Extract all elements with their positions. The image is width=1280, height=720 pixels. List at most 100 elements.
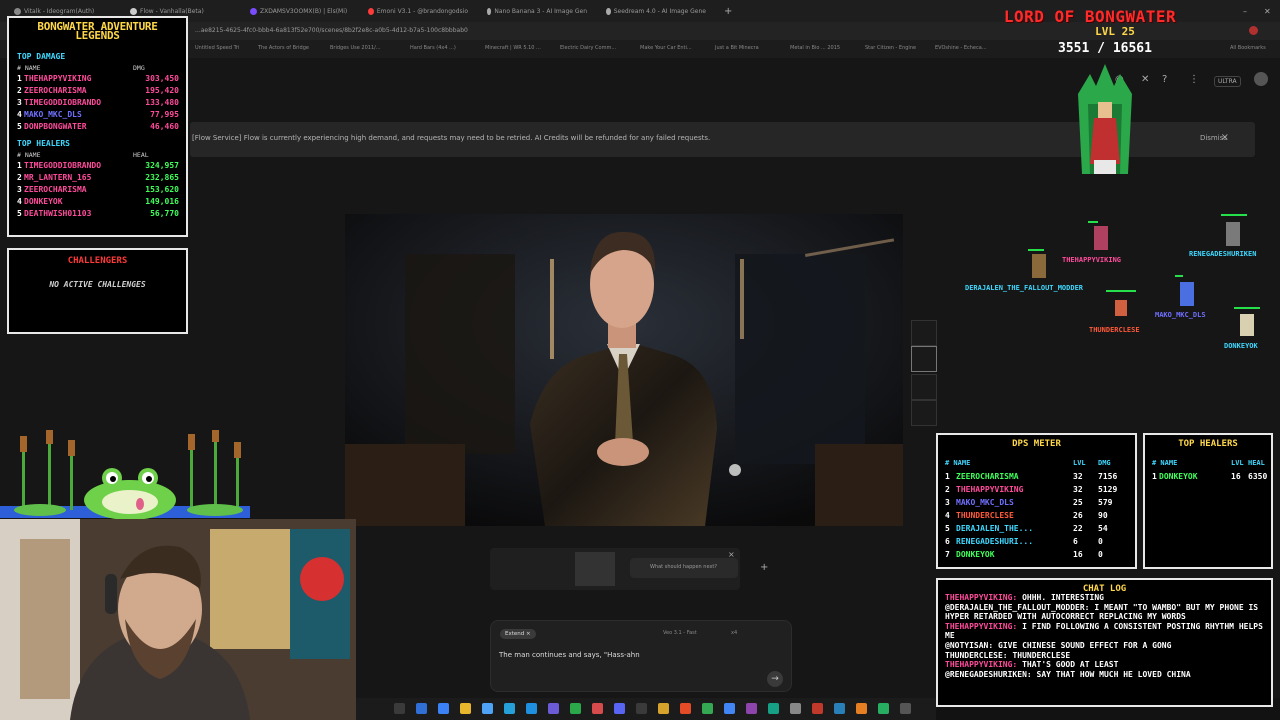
bookmark-item[interactable]: Metal in Bio ... 2015: [790, 45, 840, 51]
minimize-icon[interactable]: –: [1243, 4, 1253, 18]
boss-throne-sprite: [1078, 64, 1132, 174]
close-window-icon[interactable]: ✕: [1264, 4, 1274, 18]
hp-bar: [1175, 275, 1183, 277]
healer-row: 1 DONKEYOK 16 6350: [1152, 472, 1268, 481]
scene-thumbnail[interactable]: [911, 400, 937, 426]
tab-label: Seedream 4.0 - AI Image Gene: [613, 7, 706, 15]
legends-panel: BONGWATER ADVENTURE LEGENDS TOP DAMAGE #…: [7, 16, 188, 237]
close-icon[interactable]: ×: [1221, 132, 1229, 143]
taskbar-app-icon[interactable]: [746, 703, 757, 714]
taskbar-app-icon[interactable]: [526, 703, 537, 714]
new-tab-icon[interactable]: +: [724, 4, 734, 18]
taskbar-app-icon[interactable]: [460, 703, 471, 714]
chat-message: THEHAPPYVIKING: OHHH. INTERESTING: [945, 593, 1104, 602]
character-name: DONKEYOK: [1224, 342, 1258, 350]
bookmark-item[interactable]: Hard Bars (4x4 ...): [410, 45, 456, 51]
taskbar-app-icon[interactable]: [680, 703, 691, 714]
close-icon[interactable]: ×: [728, 550, 735, 559]
bookmark-item[interactable]: Untitled Speed Tri: [195, 45, 239, 51]
dps-row: 1 ZEEROCHARISMA 32 7156: [945, 472, 1118, 481]
bookmark-item[interactable]: Minecraft | WR 5.10 ...: [485, 45, 541, 51]
taskbar-app-icon[interactable]: [592, 703, 603, 714]
taskbar-app-icon[interactable]: [790, 703, 801, 714]
taskbar-app-icon[interactable]: [416, 703, 427, 714]
next-scene-prompt[interactable]: What should happen next?: [630, 558, 738, 578]
scene-timeline: What should happen next? ×: [490, 548, 740, 590]
video-preview[interactable]: [345, 214, 903, 526]
taskbar-app-icon[interactable]: [570, 703, 581, 714]
dps-row: 2 THEHAPPYVIKING 32 5129: [945, 485, 1118, 494]
challengers-panel: CHALLENGERS NO ACTIVE CHALLENGES: [7, 248, 188, 334]
bookmark-item[interactable]: Electric Dairy Comm...: [560, 45, 616, 51]
taskbar-app-icon[interactable]: [658, 703, 669, 714]
hp-bar: [1028, 249, 1044, 251]
dps-row: 3 MAKO_MKC_DLS 25 579: [945, 498, 1113, 507]
taskbar-app-icon[interactable]: [702, 703, 713, 714]
taskbar-app-icon[interactable]: [438, 703, 449, 714]
bookmark-item[interactable]: EVOshine - Echeca...: [935, 45, 987, 51]
bookmark-item[interactable]: The Actors of Bridge: [258, 45, 309, 51]
browser-tab[interactable]: Emoni V3.1 - @brandongodsio: [368, 4, 468, 18]
chat-message: @DERAJALEN_THE_FALLOUT_MODDER: I MEANT "…: [945, 602, 1259, 622]
top-healers-heading: TOP HEALERS: [17, 139, 70, 148]
browser-tab[interactable]: Seedream 4.0 - AI Image Gene: [606, 4, 706, 18]
chat-log-panel: CHAT LOG THEHAPPYVIKING: OHHH. INTERESTI…: [936, 578, 1273, 707]
frog-pond-graphic: [0, 430, 250, 520]
scene-thumbnail[interactable]: [911, 374, 937, 400]
browser-tab[interactable]: Nano Banana 3 - AI Image Gen: [487, 4, 587, 18]
bookmark-item[interactable]: Make Your Car Enti...: [640, 45, 692, 51]
taskbar-app-icon[interactable]: [482, 703, 493, 714]
bookmark-item[interactable]: Bridges Use 2011/...: [330, 45, 381, 51]
taskbar-app-icon[interactable]: [900, 703, 911, 714]
dps-meter-title: DPS METER: [1012, 439, 1061, 449]
dps-header-row: # NAME LVL DMG: [945, 459, 1111, 467]
character-sprite: [1240, 314, 1254, 336]
hp-bar: [1106, 290, 1136, 292]
taskbar-app-icon[interactable]: [504, 703, 515, 714]
bookmark-item[interactable]: Star Citizen - Engine: [865, 45, 916, 51]
scene-thumbnail-selected[interactable]: [911, 346, 937, 372]
hp-bar: [1234, 307, 1260, 309]
taskbar-app-icon[interactable]: [768, 703, 779, 714]
taskbar-app-icon[interactable]: [834, 703, 845, 714]
taskbar-app-icon[interactable]: [812, 703, 823, 714]
chat-message: @RENEGADESHURIKEN: SAY THAT HOW MUCH HE …: [945, 669, 1191, 679]
taskbar-app-icon[interactable]: [614, 703, 625, 714]
character-sprite: [1094, 226, 1108, 250]
dps-row: 4 THUNDERCLESE 26 90: [945, 511, 1108, 520]
character-name: DERAJALEN_THE_FALLOUT_MODDER: [965, 284, 1084, 292]
extend-chip[interactable]: Extend ×: [500, 629, 536, 639]
tab-label: Emoni V3.1 - @brandongodsio: [376, 7, 468, 15]
boss-title: LORD OF BONGWATER: [1003, 7, 1177, 26]
column-header: HEAL: [133, 151, 149, 159]
tab-label: Flow - Vanhalla(Beta): [140, 7, 204, 15]
column-header: DMG: [133, 64, 145, 72]
user-avatar[interactable]: [1254, 72, 1268, 86]
taskbar-app-icon[interactable]: [856, 703, 867, 714]
scene-thumbnail[interactable]: [911, 320, 937, 346]
character-sprite: [1032, 254, 1046, 278]
bookmark-item[interactable]: All Bookmarks: [1230, 45, 1266, 51]
x-social-icon[interactable]: ✕: [1141, 74, 1149, 85]
more-menu-icon[interactable]: ⋮: [1189, 74, 1199, 85]
top-healers-live-title: TOP HEALERS: [1178, 439, 1238, 449]
url-text: ...ae8215-4625-4fc0-bbb4-6a813f52e700/sc…: [195, 27, 468, 34]
os-taskbar: [356, 698, 936, 720]
character-name: RENEGADESHURIKEN: [1189, 250, 1257, 258]
prompt-composer[interactable]: Extend × Veo 3.1 - Fast x4 The man conti…: [490, 620, 792, 692]
add-scene-icon[interactable]: +: [760, 562, 768, 573]
send-arrow-icon[interactable]: →: [767, 671, 783, 687]
clip-thumbnail[interactable]: [575, 552, 615, 586]
taskbar-app-icon[interactable]: [636, 703, 647, 714]
output-count[interactable]: x4: [731, 630, 737, 636]
profile-avatar[interactable]: [1249, 26, 1258, 35]
bookmark-item[interactable]: Just a Bit Minecra: [715, 45, 759, 51]
file-explorer-icon[interactable]: [394, 703, 405, 714]
taskbar-app-icon[interactable]: [548, 703, 559, 714]
model-selector[interactable]: Veo 3.1 - Fast: [663, 630, 697, 636]
browser-tab[interactable]: ZXDAMSV3OOMX(B) | Els(Mi): [250, 4, 350, 18]
taskbar-app-icon[interactable]: [878, 703, 889, 714]
taskbar-app-icon[interactable]: [724, 703, 735, 714]
prompt-input[interactable]: The man continues and says, "Hass-ahn: [499, 651, 640, 659]
help-icon[interactable]: ?: [1162, 74, 1167, 85]
